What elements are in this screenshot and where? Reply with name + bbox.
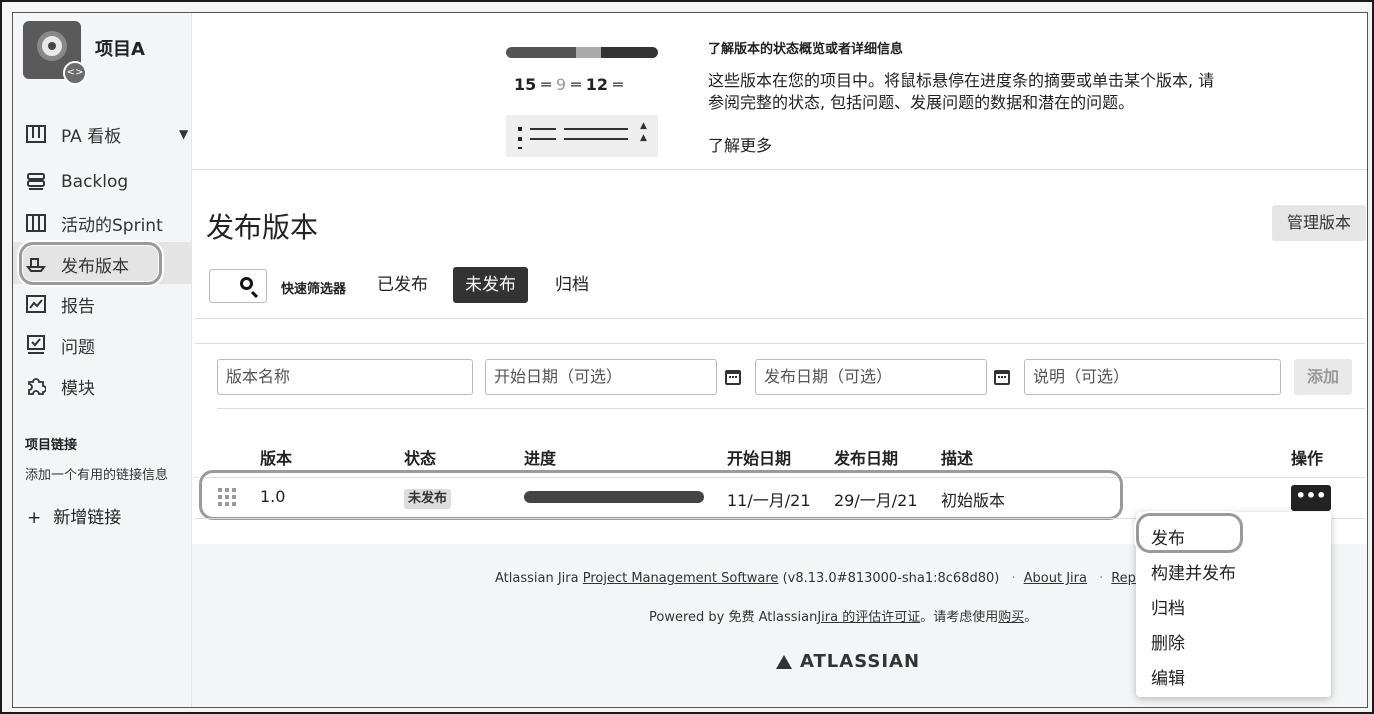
footer-text: 。 — [1024, 610, 1038, 625]
sidebar-item-label: 活动的Sprint — [61, 215, 163, 236]
description-input[interactable]: 说明（可选） — [1024, 359, 1281, 395]
footer-text: Powered by 免费 Atlassian — [649, 610, 818, 625]
highlight-oval-menu — [1136, 513, 1243, 553]
header-progress: 进度 — [524, 449, 557, 468]
header-version: 版本 — [260, 449, 293, 468]
plus-icon: + — [27, 508, 42, 528]
calendar-icon[interactable] — [725, 370, 741, 385]
learn-more-link[interactable]: 了解更多 — [708, 132, 772, 156]
sidebar-item-active-sprint[interactable]: 活动的Sprint — [25, 208, 163, 238]
add-version-button[interactable]: 添加 — [1294, 359, 1352, 395]
atlassian-logo: ATLASSIAN — [776, 651, 920, 672]
chart-icon — [25, 294, 47, 314]
quick-filter-label: 快速筛选器 — [281, 282, 347, 297]
header-actions: 操作 — [1291, 449, 1324, 468]
menu-item-build-and-release[interactable]: 构建并发布 — [1151, 559, 1236, 584]
footer-link-pms[interactable]: Project Management Software — [583, 571, 779, 586]
highlight-oval-sidebar — [19, 242, 162, 285]
footer-text: Atlassian Jira — [495, 571, 579, 586]
footer-link-license[interactable]: Jira 的评估许可证 — [817, 610, 920, 625]
banner-counts: 15 ═ 9 ═ 12 ═ — [514, 75, 623, 94]
footer-link-about[interactable]: About Jira — [1024, 571, 1087, 586]
header-release-date: 发布日期 — [834, 449, 899, 468]
header-start-date: 开始日期 — [727, 449, 792, 468]
chevron-down-icon[interactable]: ▼ — [179, 127, 188, 141]
release-date-input[interactable]: 发布日期（可选） — [755, 359, 987, 395]
menu-item-edit[interactable]: 编辑 — [1151, 664, 1185, 689]
app-window: <> 项目A PA 看板 ▼ Backlog 活动的Sprint 发布版本 报告… — [12, 12, 1368, 708]
count-done: 15 — [514, 75, 537, 94]
screenshot-frame: <> 项目A PA 看板 ▼ Backlog 活动的Sprint 发布版本 报告… — [0, 0, 1374, 714]
sidebar-item-backlog[interactable]: Backlog — [25, 167, 128, 197]
project-links-desc: 添加一个有用的链接信息 — [25, 468, 169, 483]
banner-text: 这些版本在您的项目中。将鼠标悬停在进度条的摘要或单击某个版本, 请参阅完整的状态… — [708, 71, 1215, 112]
sidebar-item-label: 模块 — [61, 378, 95, 399]
add-link-button[interactable]: + 新增链接 — [27, 503, 121, 528]
project-links-title: 项目链接 — [25, 438, 78, 453]
banner-title: 了解版本的状态概览或者详细信息 — [708, 42, 904, 57]
sidebar-item-label: 报告 — [61, 296, 95, 317]
count-progress: 9 — [555, 75, 567, 94]
board-icon — [25, 124, 47, 144]
menu-item-delete[interactable]: 删除 — [1151, 629, 1185, 654]
search-input[interactable] — [209, 269, 267, 303]
header-status: 状态 — [404, 449, 437, 468]
camera-icon — [37, 31, 67, 61]
mini-list-illustration: ▲ ▲ — [506, 115, 658, 157]
version-name-input[interactable]: 版本名称 — [217, 359, 473, 395]
count-todo: 12 — [585, 75, 608, 94]
page-title: 发布版本 — [206, 211, 319, 244]
atlassian-wordmark: ATLASSIAN — [800, 651, 921, 672]
highlight-oval-row — [199, 470, 1123, 520]
tab-unreleased[interactable]: 未发布 — [453, 267, 528, 303]
tab-archived[interactable]: 归档 — [543, 267, 601, 303]
issues-icon — [25, 335, 47, 355]
sidebar-item-components[interactable]: 模块 — [25, 371, 95, 401]
calendar-icon[interactable] — [994, 370, 1010, 385]
sidebar: <> 项目A PA 看板 ▼ Backlog 活动的Sprint 发布版本 报告… — [13, 13, 192, 707]
footer-line-1: Atlassian Jira Project Management Softwa… — [495, 571, 1144, 586]
more-actions-button[interactable]: ••• — [1291, 485, 1331, 511]
code-badge-icon: <> — [63, 61, 87, 85]
divider — [217, 408, 1365, 409]
footer-text: 。请考虑使用 — [920, 610, 999, 625]
add-link-label: 新增链接 — [53, 508, 122, 528]
sidebar-item-label: PA 看板 — [61, 126, 122, 147]
sidebar-item-label: Backlog — [61, 172, 129, 192]
info-banner: 15 ═ 9 ═ 12 ═ ▲ ▲ 了解版本的状态概览或者详细信息 这些版本在您的项目中。… — [192, 13, 1367, 170]
puzzle-icon — [25, 376, 47, 396]
atlassian-logo-icon — [776, 654, 792, 669]
start-date-input[interactable]: 开始日期（可选） — [485, 359, 717, 395]
banner-progress-bar — [506, 47, 658, 58]
footer-version: (v8.13.0#813000-sha1:8c68d80) — [782, 571, 1000, 586]
sidebar-item-reports[interactable]: 报告 — [25, 289, 95, 319]
project-name[interactable]: 项目A — [95, 35, 145, 61]
footer-link-buy[interactable]: 购买 — [998, 610, 1024, 625]
divider — [195, 318, 1365, 319]
divider — [195, 343, 1365, 344]
sidebar-item-board[interactable]: PA 看板 ▼ — [25, 119, 188, 149]
search-icon — [240, 277, 253, 290]
backlog-icon — [25, 172, 47, 192]
header-description: 描述 — [941, 449, 974, 468]
manage-versions-button[interactable]: 管理版本 — [1272, 205, 1366, 241]
project-avatar[interactable]: <> — [23, 21, 87, 85]
sprint-icon — [25, 213, 47, 233]
footer-line-2: Powered by 免费 AtlassianJira 的评估许可证。请考虑使用… — [649, 606, 1037, 625]
menu-item-archive[interactable]: 归档 — [1151, 594, 1185, 619]
tab-released[interactable]: 已发布 — [365, 267, 440, 303]
sidebar-item-label: 问题 — [61, 337, 95, 358]
sidebar-item-issues[interactable]: 问题 — [25, 330, 95, 360]
